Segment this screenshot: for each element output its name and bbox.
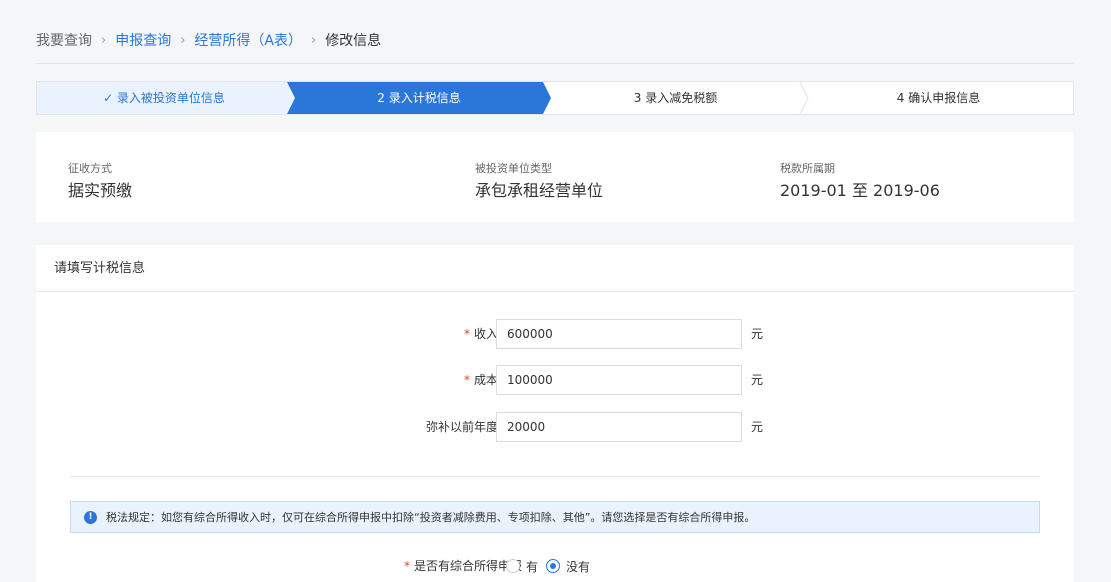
cost-expense-row: *成本费用 元 [36,365,1074,395]
step-1-enter-investee-info[interactable]: ✓ 录入被投资单位信息 [37,82,291,114]
total-income-row: *收入总额 元 [36,319,1074,349]
cost-expense-unit: 元 [751,373,764,387]
breadcrumb: 我要查询 › 申报查询 › 经营所得（A表） › 修改信息 [36,30,381,50]
tax-info-form: 请填写计税信息 *收入总额 元 *成本费用 元 弥补以前年度亏损 元 ! 税法规… [36,245,1074,582]
info-icon: ! [84,510,97,524]
radio-option-yes[interactable]: 有 [506,556,538,576]
tax-period-label: 税款所属期 [780,162,835,175]
prior-loss-unit: 元 [751,420,764,434]
breadcrumb-separator-icon: › [180,32,186,48]
cost-expense-input[interactable] [496,365,742,395]
radio-option-no[interactable]: 没有 [546,556,590,576]
tax-period-value: 2019-01 至 2019-06 [780,181,940,200]
radio-unchecked-icon [506,559,520,573]
breadcrumb-item-business-income[interactable]: 经营所得（A表） [194,30,302,50]
radio-checked-icon [546,559,560,573]
form-title: 请填写计税信息 [36,245,1074,292]
comprehensive-income-label: * 是否有综合所得申报 [403,559,522,573]
tax-period: 税款所属期 2019-01 至 2019-06 [780,162,940,202]
prior-loss-row: 弥补以前年度亏损 元 [36,412,1074,442]
investee-unit-type: 被投资单位类型 承包承租经营单位 [475,162,603,202]
investee-unit-type-value: 承包承租经营单位 [475,181,604,200]
collection-method-label: 征收方式 [68,162,112,175]
radio-option-yes-label: 有 [526,559,539,574]
summary-card: 征收方式 据实预缴 被投资单位类型 承包承租经营单位 税款所属期 2019-01… [36,132,1074,222]
comprehensive-income-radio-group: * 是否有综合所得申报 有 没有 [36,556,1074,576]
total-income-unit: 元 [751,327,764,341]
required-mark: * [403,559,410,573]
step-4-confirm-declaration[interactable]: 4 确认申报信息 [804,82,1073,114]
breadcrumb-item-query[interactable]: 我要查询 [36,30,92,50]
total-income-input[interactable] [496,319,742,349]
breadcrumb-divider [36,63,1074,64]
breadcrumb-item-current: 修改信息 [325,33,382,49]
investee-unit-type-label: 被投资单位类型 [475,162,552,175]
form-divider [70,476,1040,477]
breadcrumb-separator-icon: › [310,32,317,48]
collection-method: 征收方式 据实预缴 [68,162,132,202]
step-2-enter-tax-info[interactable]: 2 录入计税信息 [291,82,547,114]
radio-option-no-label: 没有 [566,559,591,574]
required-mark: * [463,373,470,387]
collection-method-value: 据实预缴 [68,181,133,200]
required-mark: * [463,327,470,341]
prior-loss-input[interactable] [496,412,742,442]
notice-text: 税法规定：如您有综合所得收入时，仅可在综合所得申报中扣除“投资者减除费用、专项扣… [106,511,756,524]
tax-rule-notice: ! 税法规定：如您有综合所得收入时，仅可在综合所得申报中扣除“投资者减除费用、专… [70,501,1040,533]
breadcrumb-separator-icon: › [101,32,107,48]
step-3-enter-reduction[interactable]: 3 录入减免税额 [547,82,804,114]
breadcrumb-item-declaration-query[interactable]: 申报查询 [115,30,171,50]
step-indicator: ✓ 录入被投资单位信息 2 录入计税信息 3 录入减免税额 4 确认申报信息 [36,81,1074,115]
